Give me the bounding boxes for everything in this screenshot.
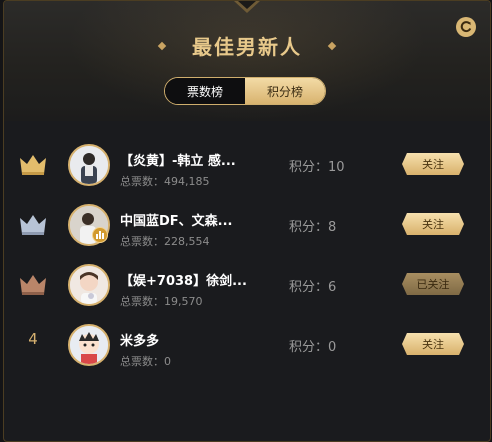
total-votes: 总票数：0 bbox=[120, 355, 171, 368]
header: 最佳男新人 票数榜 积分榜 bbox=[4, 1, 490, 121]
streamer-name[interactable]: 【娱+7038】徐剑... bbox=[120, 270, 270, 289]
score: 积分：0 bbox=[289, 340, 337, 355]
followed-button[interactable]: 已关注 bbox=[402, 273, 464, 295]
total-votes: 总票数：494,185 bbox=[120, 175, 210, 188]
score: 积分：10 bbox=[289, 160, 345, 175]
total-votes: 总票数：228,554 bbox=[120, 235, 210, 248]
top-notch-inner-decoration bbox=[238, 1, 256, 9]
streamer-name[interactable]: 米多多 bbox=[120, 330, 270, 349]
avatar-image bbox=[70, 326, 108, 364]
refresh-button[interactable] bbox=[456, 17, 476, 37]
list-item: 【炎黄】-韩立 感... 总票数：494,185 积分：10 关注 bbox=[4, 134, 490, 194]
tab-votes[interactable]: 票数榜 bbox=[165, 78, 245, 104]
bronze-crown-icon bbox=[20, 275, 46, 295]
avatar-image bbox=[70, 266, 108, 304]
live-bars-icon bbox=[92, 227, 108, 243]
avatar[interactable] bbox=[68, 264, 110, 306]
title-row: 最佳男新人 bbox=[4, 31, 490, 60]
page-title: 最佳男新人 bbox=[192, 35, 302, 59]
right-star-icon bbox=[327, 41, 337, 50]
ranking-list: 【炎黄】-韩立 感... 总票数：494,185 积分：10 关注 中国蓝DF、 bbox=[4, 134, 490, 374]
avatar-image bbox=[70, 146, 108, 184]
list-item: 【娱+7038】徐剑... 总票数：19,570 积分：6 已关注 bbox=[4, 254, 490, 314]
streamer-name[interactable]: 【炎黄】-韩立 感... bbox=[120, 150, 270, 169]
follow-button[interactable]: 关注 bbox=[402, 333, 464, 355]
avatar[interactable] bbox=[68, 144, 110, 186]
left-star-icon bbox=[157, 41, 167, 50]
list-item: 4 米多多 总票数：0 积分：0 关注 bbox=[4, 314, 490, 374]
follow-button[interactable]: 关注 bbox=[402, 213, 464, 235]
streamer-name[interactable]: 中国蓝DF、文森... bbox=[120, 210, 270, 229]
tab-bar: 票数榜 积分榜 bbox=[164, 77, 326, 105]
gold-crown-icon bbox=[20, 155, 46, 175]
follow-button[interactable]: 关注 bbox=[402, 153, 464, 175]
score: 积分：6 bbox=[289, 280, 337, 295]
total-votes: 总票数：19,570 bbox=[120, 295, 203, 308]
refresh-icon bbox=[460, 21, 472, 33]
silver-crown-icon bbox=[20, 215, 46, 235]
ranking-panel: 最佳男新人 票数榜 积分榜 【炎黄】-韩立 感... 总票数：494,185 积… bbox=[3, 0, 491, 442]
rank-number: 4 bbox=[28, 330, 38, 348]
tab-points[interactable]: 积分榜 bbox=[245, 78, 325, 104]
score: 积分：8 bbox=[289, 220, 337, 235]
avatar[interactable] bbox=[68, 324, 110, 366]
list-item: 中国蓝DF、文森... 总票数：228,554 积分：8 关注 bbox=[4, 194, 490, 254]
